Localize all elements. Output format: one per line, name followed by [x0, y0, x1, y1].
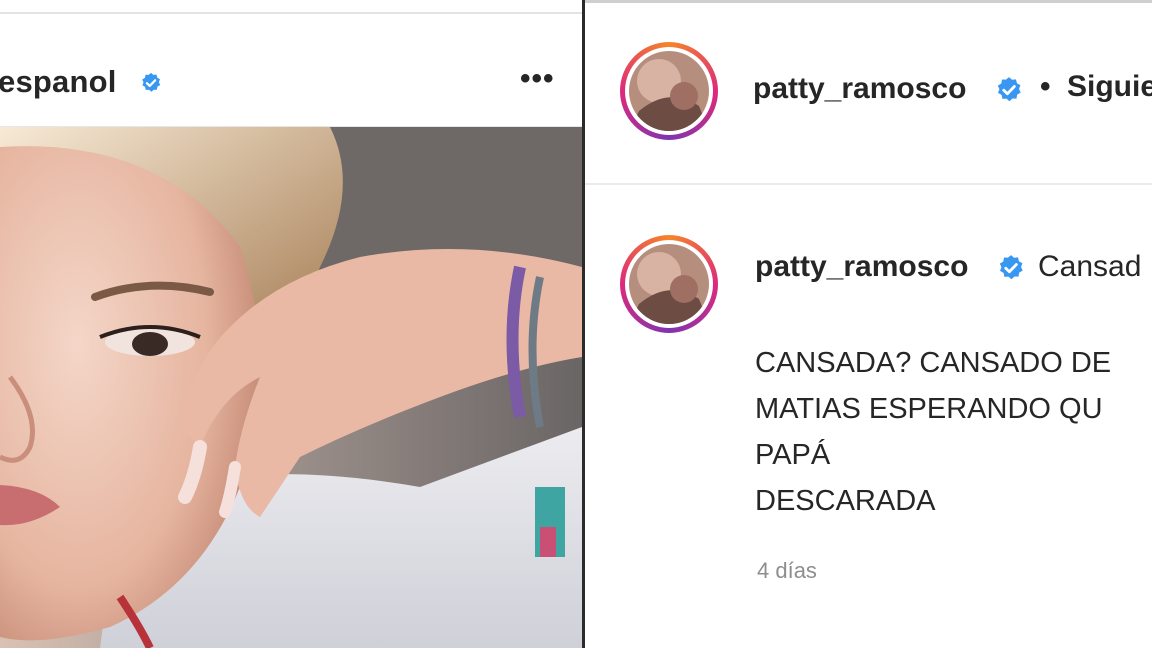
post-photo: [0, 127, 582, 648]
caption-line: CANSADA? CANSADO DE: [755, 347, 1112, 379]
avatar-image: [629, 51, 709, 131]
comment-username[interactable]: patty_ramosco: [755, 250, 968, 284]
embedded-post-left: espanol •••: [0, 0, 582, 648]
header-separator: [585, 183, 1152, 185]
caption: CANSADA? CANSADO DE MATIAS ESPERANDO QU …: [755, 340, 1111, 524]
avatar-image: [629, 244, 709, 324]
profile-avatar[interactable]: [620, 42, 718, 140]
comment-avatar[interactable]: [620, 235, 718, 333]
verified-badge-icon: [995, 76, 1023, 104]
caption-line: MATIAS ESPERANDO QU: [755, 393, 1103, 425]
header-username[interactable]: patty_ramosco: [753, 72, 966, 106]
account-name[interactable]: espanol: [0, 64, 117, 100]
verified-badge-icon: [997, 254, 1025, 282]
more-options-icon[interactable]: •••: [520, 62, 555, 96]
follow-button[interactable]: Siguie: [1067, 70, 1152, 104]
separator-dot: •: [1040, 70, 1051, 103]
top-border: [585, 0, 1152, 3]
caption-line: DESCARADA: [755, 485, 936, 517]
caption-line: PAPÁ: [755, 439, 831, 471]
post-timestamp[interactable]: 4 días: [757, 558, 817, 584]
post-detail-panel: patty_ramosco • Siguie patty_ramosco Can…: [585, 0, 1152, 648]
post-header: espanol •••: [0, 14, 582, 127]
comment-text: Cansad: [1038, 250, 1142, 283]
verified-badge-icon: [140, 72, 162, 94]
